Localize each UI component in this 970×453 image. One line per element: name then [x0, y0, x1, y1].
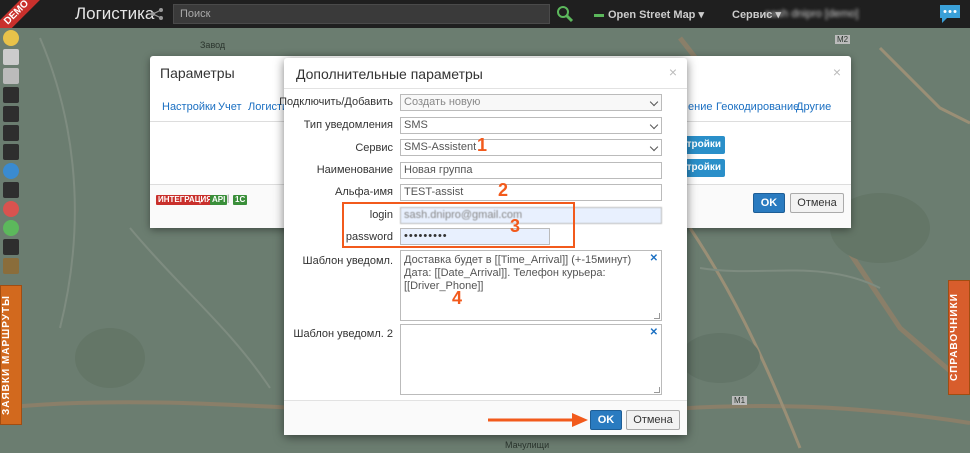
top-bar: DEMO Логистика Open Street Map ▾ Сервис … — [0, 0, 970, 43]
polygon-tool-icon[interactable] — [3, 87, 19, 103]
template-label: Шаблон уведомл. — [302, 255, 393, 267]
settings-button-2[interactable]: тройки — [685, 159, 725, 177]
directories-side-tab[interactable]: СПРАВОЧНИКИ — [948, 280, 970, 395]
parameters-modal-title: Параметры — [160, 65, 235, 81]
notif-type-label: Тип уведомления — [303, 119, 393, 131]
alpha-name-label: Альфа-имя — [335, 186, 393, 198]
template2-label: Шаблон уведомл. 2 — [293, 328, 393, 340]
cancel-button[interactable]: Отмена — [790, 193, 844, 213]
name-label: Наименование — [316, 164, 393, 176]
clear-icon[interactable]: ✕ — [650, 252, 658, 265]
map-road-m1: M1 — [732, 396, 748, 405]
pointer-tool-icon[interactable] — [3, 49, 19, 65]
edit-tool-icon[interactable] — [3, 182, 19, 198]
play-icon[interactable] — [3, 239, 19, 255]
move-tool-icon[interactable] — [3, 30, 19, 46]
pen-tool-icon[interactable] — [3, 125, 19, 141]
connect-label: Подключить/Добавить — [279, 96, 393, 108]
ruler-tool-icon[interactable] — [3, 106, 19, 122]
connect-select[interactable]: Создать новую — [400, 94, 662, 111]
1c-badge[interactable]: 1С — [233, 195, 248, 205]
resize-grip-icon[interactable] — [654, 387, 660, 393]
route-icon[interactable] — [3, 220, 19, 236]
login-password-highlight — [342, 202, 575, 248]
tab-other[interactable]: Другие — [796, 101, 831, 113]
tab-settings[interactable]: Настройки — [162, 101, 216, 113]
annotation-number: 1 — [477, 135, 488, 155]
annotation-number: 3 — [510, 216, 521, 236]
app-title: Логистика — [75, 4, 155, 23]
search-input[interactable] — [173, 4, 550, 24]
search-icon[interactable] — [556, 5, 574, 23]
share-icon[interactable] — [150, 7, 164, 21]
close-icon[interactable]: × — [669, 64, 677, 80]
service-label: Сервис — [355, 142, 393, 154]
layers-icon[interactable] — [3, 163, 19, 179]
map-provider-label: Open Street Map — [608, 9, 696, 21]
chat-icon[interactable] — [938, 3, 962, 25]
name-input[interactable]: Новая группа — [400, 162, 662, 179]
map-road-m2: M2 — [835, 35, 851, 44]
tab-notifications[interactable]: ение — [688, 101, 712, 113]
annotation-number: 2 — [498, 180, 509, 200]
resize-grip-icon[interactable] — [654, 313, 660, 319]
settings-button[interactable]: тройки — [685, 136, 725, 154]
orders-routes-side-tab[interactable]: ЗАЯВКИ МАРШРУТЫ — [0, 285, 22, 425]
cancel-button[interactable]: Отмена — [626, 410, 680, 430]
modal-title: Дополнительные параметры — [296, 66, 483, 82]
template2-textarea[interactable]: ✕ — [400, 324, 662, 395]
ok-button[interactable]: OK — [590, 410, 622, 430]
tab-accounting[interactable]: Учет — [218, 101, 242, 113]
left-toolbar — [3, 30, 21, 280]
ok-button[interactable]: OK — [753, 193, 785, 213]
template-text: Доставка будет в [[Time_Arrival]] (+-15м… — [404, 254, 632, 292]
close-icon[interactable]: × — [833, 64, 841, 80]
map-label: Завод — [200, 40, 226, 50]
service-select[interactable]: SMS-Assistent — [400, 139, 662, 156]
integration-badge[interactable]: ИНТЕГРАЦИЯ — [156, 195, 215, 205]
tab-geocoding[interactable]: Геокодирование — [716, 101, 799, 113]
annotation-number: 4 — [452, 288, 463, 308]
clear-icon[interactable]: ✕ — [650, 326, 658, 339]
api-badge[interactable]: API — [210, 195, 228, 205]
badge-separator: | — [227, 193, 230, 203]
map-provider-indicator — [594, 13, 604, 17]
wand-tool-icon[interactable] — [3, 144, 19, 160]
clock-icon[interactable] — [3, 258, 19, 274]
map-provider-menu[interactable]: Open Street Map ▾ — [594, 8, 704, 21]
template-textarea[interactable]: Доставка будет в [[Time_Arrival]] (+-15м… — [400, 250, 662, 321]
hand-tool-icon[interactable] — [3, 68, 19, 84]
alpha-name-input[interactable]: TEST-assist — [400, 184, 662, 201]
header-divider — [284, 88, 687, 89]
user-menu[interactable]: sash dnipro [demo] — [765, 8, 859, 20]
notif-type-select[interactable]: SMS — [400, 117, 662, 134]
delete-icon[interactable] — [3, 201, 19, 217]
arrow-icon — [488, 413, 588, 427]
map-label: Мачулищи — [505, 440, 550, 450]
